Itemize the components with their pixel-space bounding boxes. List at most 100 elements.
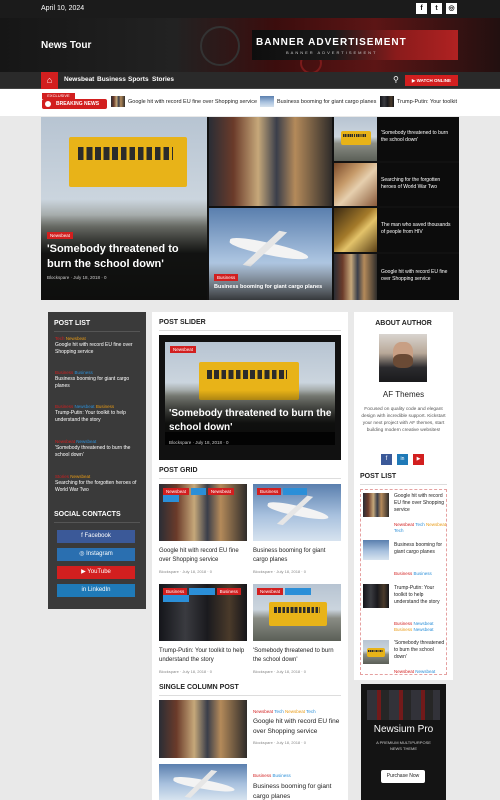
post-title[interactable]: 'Somebody threatened to burn the school … xyxy=(47,242,203,272)
post-tag[interactable]: Newsbeat xyxy=(75,404,95,409)
left-post-item[interactable]: Business Newsbeat Business Trump-Putin: … xyxy=(55,404,141,424)
post-title[interactable]: Business booming for giant cargo planes xyxy=(253,782,341,800)
featured-main-post[interactable]: Newsbeat 'Somebody threatened to burn th… xyxy=(41,117,207,300)
twitter-icon[interactable]: t xyxy=(431,3,442,14)
category-badge[interactable]: Business xyxy=(214,274,239,281)
post-title[interactable]: Google hit with record EU fine over Shop… xyxy=(381,269,455,283)
facebook-icon[interactable]: f xyxy=(381,454,392,465)
category-badge[interactable]: Newsbeat xyxy=(257,588,284,595)
post-title[interactable]: Trump-Putin: Your toolkit to help unders… xyxy=(159,647,247,665)
post-author[interactable]: Blockspare xyxy=(159,569,179,574)
post-tag[interactable]: Newsbeat xyxy=(426,522,446,527)
ticker-thumbnail[interactable] xyxy=(111,96,125,107)
post-tag[interactable]: Newsbeat xyxy=(414,627,434,632)
category-badge[interactable]: Newsbeat xyxy=(188,588,215,595)
post-title[interactable]: The man who saved thousands of people fr… xyxy=(381,222,455,236)
post-thumbnail[interactable] xyxy=(363,540,389,560)
grid-post-image[interactable]: Business Business xyxy=(253,484,341,541)
left-post-item[interactable]: Business Business Business booming for g… xyxy=(55,370,141,390)
post-thumbnail[interactable] xyxy=(363,584,389,608)
post-tag[interactable]: Newsbeat xyxy=(414,621,434,626)
post-title[interactable]: Business booming for giant cargo planes xyxy=(55,376,141,390)
post-tag[interactable]: Business xyxy=(75,370,93,375)
post-tag[interactable]: Business xyxy=(273,773,291,778)
post-tag[interactable]: Tech xyxy=(415,522,425,527)
nav-item-stories[interactable]: Stories xyxy=(152,76,174,83)
grid-post-image[interactable]: Newsbeat Tech Newsbeat Tech xyxy=(159,484,247,541)
category-badge[interactable]: Newsbeat xyxy=(163,488,190,495)
banner-advertisement[interactable]: BANNER ADVERTISEMENT BANNER ADVERTISEMEN… xyxy=(252,30,458,60)
purchase-now-button[interactable]: Purchase Now xyxy=(381,770,425,783)
post-title[interactable]: 'Somebody threatened to burn the school … xyxy=(381,130,455,144)
post-tag[interactable]: Newsbeat xyxy=(394,669,414,674)
post-title[interactable]: 'Somebody threatened to burn the school … xyxy=(55,445,141,459)
grid-post-image[interactable]: Newsbeat Newsbeat xyxy=(253,584,341,641)
site-title[interactable]: News Tour xyxy=(41,40,91,51)
post-tag[interactable]: Business xyxy=(96,404,114,409)
promo-banner[interactable]: Newsium Pro A PREMIUM MULTIPURPOSE NEWS … xyxy=(361,684,446,800)
author-name[interactable]: AF Themes xyxy=(354,390,453,399)
search-icon[interactable]: ⚲ xyxy=(393,75,399,84)
post-slider[interactable]: Newsbeat 'Somebody threatened to burn th… xyxy=(159,335,341,460)
post-tag[interactable]: Business xyxy=(414,571,432,576)
category-badge[interactable]: Tech xyxy=(163,495,179,502)
linkedin-button[interactable]: in LinkedIn xyxy=(57,584,135,597)
post-tag[interactable]: Business xyxy=(253,773,271,778)
post-author[interactable]: Blockspare xyxy=(47,275,69,280)
post-title[interactable]: Searching for the forgotten heroes of Wo… xyxy=(381,177,455,191)
ticker-thumbnail[interactable] xyxy=(260,96,274,107)
post-author[interactable]: Blockspare xyxy=(169,440,191,445)
post-title[interactable]: Trump-Putin: Your toolkit to help unders… xyxy=(55,410,141,424)
post-title[interactable]: Google hit with record EU fine over Shop… xyxy=(253,717,341,737)
category-badge[interactable]: Newsbeat xyxy=(284,588,311,595)
facebook-icon[interactable]: f xyxy=(416,3,427,14)
post-author[interactable]: Blockspare xyxy=(253,569,273,574)
category-badge[interactable]: Newsbeat xyxy=(47,232,74,239)
category-badge[interactable]: Business xyxy=(216,588,241,595)
category-badge[interactable]: Newsbeat xyxy=(207,488,234,495)
youtube-icon[interactable]: ▶ xyxy=(413,454,424,465)
grid-post-image[interactable]: Business Newsbeat Business Newsbeat xyxy=(159,584,247,641)
single-post-image[interactable] xyxy=(159,764,247,800)
post-tag[interactable]: Tech xyxy=(394,528,404,533)
category-badge[interactable]: Business xyxy=(282,488,308,495)
post-tag[interactable]: Tech xyxy=(306,709,316,714)
post-tag[interactable]: Business xyxy=(394,621,412,626)
featured-post-street[interactable] xyxy=(209,117,332,206)
side-post[interactable]: The man who saved thousands of people fr… xyxy=(334,208,459,252)
post-title[interactable]: 'Somebody threatened to burn the school … xyxy=(394,640,446,661)
post-title[interactable]: Google hit with record EU fine over Shop… xyxy=(159,547,247,565)
ticker-thumbnail[interactable] xyxy=(380,96,394,107)
post-tag[interactable]: Tech xyxy=(274,709,284,714)
post-title[interactable]: Business booming for giant cargo planes xyxy=(214,284,322,290)
left-post-item[interactable]: Newsbeat Newsbeat 'Somebody threatened t… xyxy=(55,439,141,459)
instagram-button[interactable]: ◎ Instagram xyxy=(57,548,135,561)
category-badge[interactable]: Tech xyxy=(190,488,207,495)
side-post[interactable]: Searching for the forgotten heroes of Wo… xyxy=(334,163,459,206)
post-tag[interactable]: Newsbeat xyxy=(285,709,305,714)
post-tag[interactable]: Newsbeat xyxy=(394,522,414,527)
category-badge[interactable]: Newsbeat xyxy=(170,346,197,353)
ticker-item[interactable]: Trump-Putin: Your toolkit xyxy=(397,99,457,105)
featured-post-plane[interactable]: Business Business booming for giant carg… xyxy=(209,208,332,300)
side-post[interactable]: Google hit with record EU fine over Shop… xyxy=(334,254,459,300)
post-tag[interactable]: Business xyxy=(394,571,412,576)
nav-item-newsbeat[interactable]: Newsbeat xyxy=(64,76,94,83)
home-icon[interactable]: ⌂ xyxy=(41,72,58,89)
instagram-icon[interactable]: ◎ xyxy=(446,3,457,14)
left-post-item[interactable]: Tech Newsbeat Google hit with record EU … xyxy=(55,336,141,356)
post-title[interactable]: Business booming for giant cargo planes xyxy=(253,547,341,565)
post-title[interactable]: 'Somebody threatened to burn the school … xyxy=(169,407,335,435)
nav-item-sports[interactable]: Sports xyxy=(128,76,149,83)
post-tag[interactable]: Business xyxy=(394,627,412,632)
category-badge[interactable]: Business xyxy=(163,588,188,595)
category-badge[interactable]: Newsbeat xyxy=(163,595,190,602)
post-thumbnail[interactable] xyxy=(363,640,389,664)
post-author[interactable]: Blockspare xyxy=(159,669,179,674)
post-title[interactable]: Google hit with record EU fine over Shop… xyxy=(55,342,141,356)
side-post[interactable]: 'Somebody threatened to burn the school … xyxy=(334,117,459,161)
post-thumbnail[interactable] xyxy=(363,493,389,517)
post-title[interactable]: Google hit with record EU fine over Shop… xyxy=(394,493,446,514)
post-author[interactable]: Blockspare xyxy=(253,740,273,745)
post-title[interactable]: Trump-Putin: Your toolkit to help unders… xyxy=(394,585,446,606)
